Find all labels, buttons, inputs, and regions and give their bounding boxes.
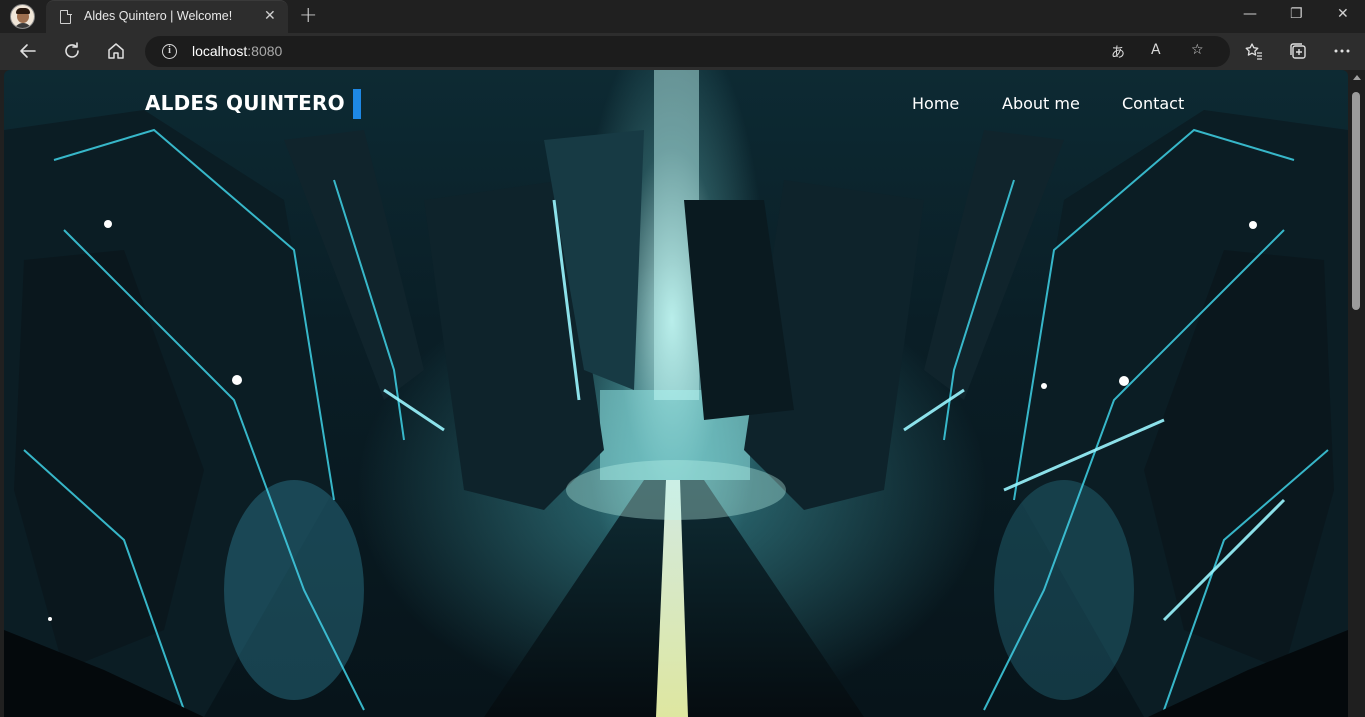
restore-button[interactable]: ❐ — [1290, 6, 1303, 22]
new-tab-button[interactable]: + — [299, 3, 317, 28]
more-icon[interactable] — [1332, 41, 1352, 61]
nav-contact[interactable]: Contact — [1122, 94, 1184, 113]
favorites-icon[interactable] — [1244, 41, 1264, 61]
title-bar: Aldes Quintero | Welcome! ✕ + — ❐ ✕ — [0, 0, 1365, 33]
nav-about-me[interactable]: About me — [1002, 94, 1080, 113]
tab-title: Aldes Quintero | Welcome! — [84, 9, 233, 23]
avatar-body — [14, 23, 32, 28]
close-window-button[interactable]: ✕ — [1337, 6, 1349, 22]
back-icon[interactable] — [18, 41, 38, 61]
read-aloud-icon[interactable]: A — [1151, 42, 1161, 58]
url-port: :8080 — [247, 43, 283, 59]
translate-icon[interactable]: あ — [1111, 42, 1125, 62]
refresh-icon[interactable] — [62, 41, 82, 61]
browser-tab[interactable]: Aldes Quintero | Welcome! ✕ — [46, 0, 288, 33]
url-host: localhost — [192, 43, 248, 59]
home-icon[interactable] — [106, 41, 126, 61]
browser-toolbar: i localhost:8080 あ A ☆ — [0, 33, 1365, 70]
scrollbar-thumb[interactable] — [1352, 92, 1360, 310]
tab-close-icon[interactable]: ✕ — [264, 8, 276, 24]
site-header: ALDES QUINTERO Home About me Contact — [4, 70, 1348, 140]
nav-home[interactable]: Home — [912, 94, 959, 113]
scroll-up-arrow-icon[interactable] — [1353, 75, 1361, 80]
address-bar[interactable]: i localhost:8080 あ A ☆ — [145, 36, 1230, 67]
page-icon — [60, 9, 72, 24]
avatar-hair — [16, 8, 30, 14]
url-text: localhost:8080 — [192, 43, 282, 59]
hero-background-image — [4, 70, 1348, 717]
info-icon[interactable]: i — [162, 44, 177, 59]
profile-avatar[interactable] — [10, 4, 35, 29]
minimize-button[interactable]: — — [1243, 6, 1257, 22]
page-scrollbar[interactable] — [1348, 70, 1365, 717]
page-viewport: ALDES QUINTERO Home About me Contact — [4, 70, 1348, 717]
site-logo[interactable]: ALDES QUINTERO — [145, 91, 345, 115]
favorite-icon[interactable]: ☆ — [1191, 42, 1204, 58]
collections-icon[interactable] — [1288, 41, 1308, 61]
logo-cursor-bar — [353, 89, 361, 119]
